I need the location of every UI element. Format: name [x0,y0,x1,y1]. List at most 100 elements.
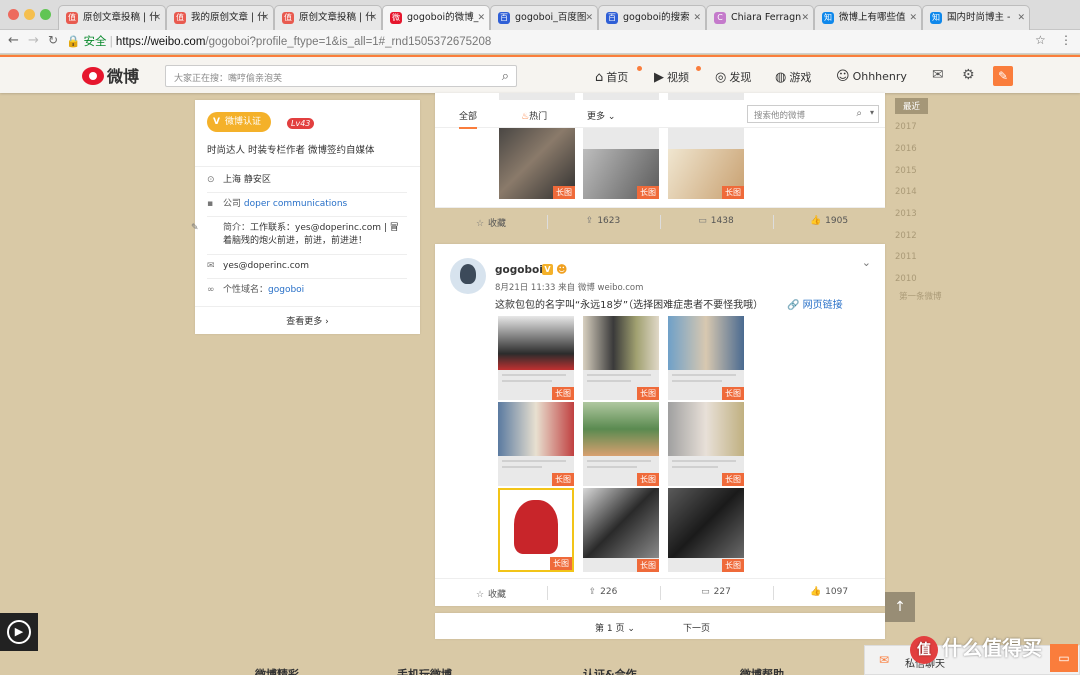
timeline-item[interactable]: 最近 [895,98,929,114]
mail-icon[interactable]: ✉ [932,67,944,83]
post-image[interactable]: 长图 [583,316,659,400]
feed-filter-bar: 全部 ♨热门 更多 ⌄ 搜索他的微博 ⌕ ▾ [435,100,885,129]
zhihu-icon: 知 [930,12,942,24]
post-image[interactable]: 长图 [498,402,574,486]
close-window-button[interactable] [8,9,19,20]
timeline-item[interactable]: 2013 [895,209,917,219]
browser-tab[interactable]: 值 原创文章投稿 | 什 ✕ [58,5,166,30]
browser-tab[interactable]: 知 国内时尚博主 - ✕ [922,5,1030,30]
like-button[interactable]: 👍 1905 [773,216,885,226]
view-more-button[interactable]: 查看更多 › [195,314,420,327]
search-icon[interactable]: ⌕ [856,108,862,119]
chevron-down-icon: ⌄ [607,112,616,122]
tab-hot[interactable]: ♨热门 [521,109,547,122]
timeline-item[interactable]: 2014 [895,187,917,197]
compose-button[interactable]: ✎ [993,66,1013,86]
chevron-down-icon[interactable]: ⌄ [862,256,871,269]
domain-link[interactable]: gogoboi [268,285,304,295]
tab-all[interactable]: 全部 [459,109,478,129]
zhide-logo-icon: 值 [910,635,938,664]
like-button[interactable]: 👍 1097 [773,587,885,597]
nav-video[interactable]: ▶ 视频 [654,69,689,85]
footer-heading: 手机玩微博 [397,668,452,675]
menu-dots-icon[interactable]: ⋮ [1060,33,1072,47]
page-select[interactable]: 第 1 页 ⌄ [595,621,635,634]
timeline-item[interactable]: 2015 [895,166,917,176]
weibo-eye-icon [82,67,104,85]
next-page-link[interactable]: 下一页 [683,621,710,634]
avatar[interactable] [450,258,486,294]
company-link[interactable]: doper communications [244,199,347,209]
browser-tab[interactable]: 值 我的原创文章 | 什 ✕ [166,5,274,30]
repost-icon: ⇪ [588,587,597,597]
timeline-item[interactable]: 2016 [895,144,917,154]
feedback-button[interactable]: ▭ [1050,644,1078,672]
post-image[interactable]: 长图 [583,402,659,486]
comment-button[interactable]: ▭ 227 [660,587,772,597]
gear-icon[interactable]: ⚙ [962,67,975,83]
browser-tab-active[interactable]: 微 gogoboi的微博_ ✕ [382,5,490,30]
nav-user[interactable]: ☺ Ohhhenry [836,69,907,84]
browser-tab[interactable]: 百 gogoboi_百度图 ✕ [490,5,598,30]
baidu-icon: 百 [498,12,510,24]
repost-button[interactable]: ⇪ 1623 [547,216,659,226]
browser-tab[interactable]: 知 微博上有哪些值 ✕ [814,5,922,30]
post-username[interactable]: gogoboi [495,264,543,276]
timeline-item[interactable]: 2010 [895,274,917,284]
chat-icon: ▭ [1058,651,1070,665]
web-link[interactable]: 🔗 网页链接 [787,296,843,311]
browser-tab[interactable]: 值 原创文章投稿 | 什 ✕ [274,5,382,30]
weibo-logo[interactable]: 微博 [82,63,139,87]
level-badge[interactable]: Lv43 [287,118,315,129]
close-icon[interactable]: ✕ [153,6,161,30]
divider [195,306,420,307]
bookmark-star-icon[interactable]: ☆ [1035,33,1046,47]
post-image[interactable]: 长图 [498,488,574,572]
search-input[interactable]: 大家正在搜：嘴哼偷亲泡芙 ⌕ [165,65,517,87]
post-image[interactable]: 长图 [583,488,659,572]
browser-tab[interactable]: 百 gogoboi的搜索 ✕ [598,5,706,30]
back-arrow-icon[interactable]: ← [8,33,19,48]
close-icon[interactable]: ✕ [585,6,593,30]
close-icon[interactable]: ✕ [1017,6,1025,30]
post-image[interactable]: 长图 [498,316,574,400]
maximize-window-button[interactable] [40,9,51,20]
caret-down-icon[interactable]: ▾ [870,108,874,117]
minimize-window-button[interactable] [24,9,35,20]
search-icon[interactable]: ⌕ [502,69,509,84]
collect-button[interactable]: ☆ 收藏 [435,216,547,229]
feed-search-input[interactable]: 搜索他的微博 ⌕ ▾ [747,105,879,123]
collect-button[interactable]: ☆ 收藏 [435,587,547,600]
timeline-item[interactable]: 2012 [895,231,917,241]
verified-badge[interactable]: 微博认证 [207,112,271,132]
timeline-item[interactable]: 2011 [895,252,917,262]
timeline-item[interactable]: 2017 [895,122,917,132]
divider [207,278,407,279]
close-icon[interactable]: ✕ [801,6,809,30]
nav-home[interactable]: ⌂ 首页 [595,69,628,85]
comment-button[interactable]: ▭ 1438 [660,216,772,226]
reload-icon[interactable]: ↻ [48,33,58,47]
close-icon[interactable]: ✕ [909,6,917,30]
divider [195,166,420,167]
close-icon[interactable]: ✕ [477,6,485,30]
url-field[interactable]: 🔒 安全 | https://weibo.com/gogoboi?profile… [66,32,1056,52]
repost-icon: ⇪ [585,216,594,226]
close-icon[interactable]: ✕ [693,6,701,30]
close-icon[interactable]: ✕ [261,6,269,30]
nav-discover[interactable]: ◎ 发现 [715,69,751,85]
back-to-top-button[interactable]: ↑ [885,592,915,622]
post-image[interactable]: 长图 [668,316,744,400]
post-image[interactable]: 长图 [668,488,744,572]
close-icon[interactable]: ✕ [369,6,377,30]
timeline-item[interactable]: 第一条微博 [899,290,942,302]
browser-tab[interactable]: C Chiara Ferragn ✕ [706,5,814,30]
link-icon: ∞ [207,285,215,295]
repost-button[interactable]: ⇪ 226 [547,587,659,597]
mini-video-player[interactable]: ▶ [0,613,38,651]
footer-heading: 认证&合作 [583,668,637,675]
tab-more[interactable]: 更多 ⌄ [587,109,615,122]
nav-game[interactable]: ◍ 游戏 [775,69,811,85]
post-image[interactable]: 长图 [668,402,744,486]
forward-arrow-icon[interactable]: → [28,33,39,48]
